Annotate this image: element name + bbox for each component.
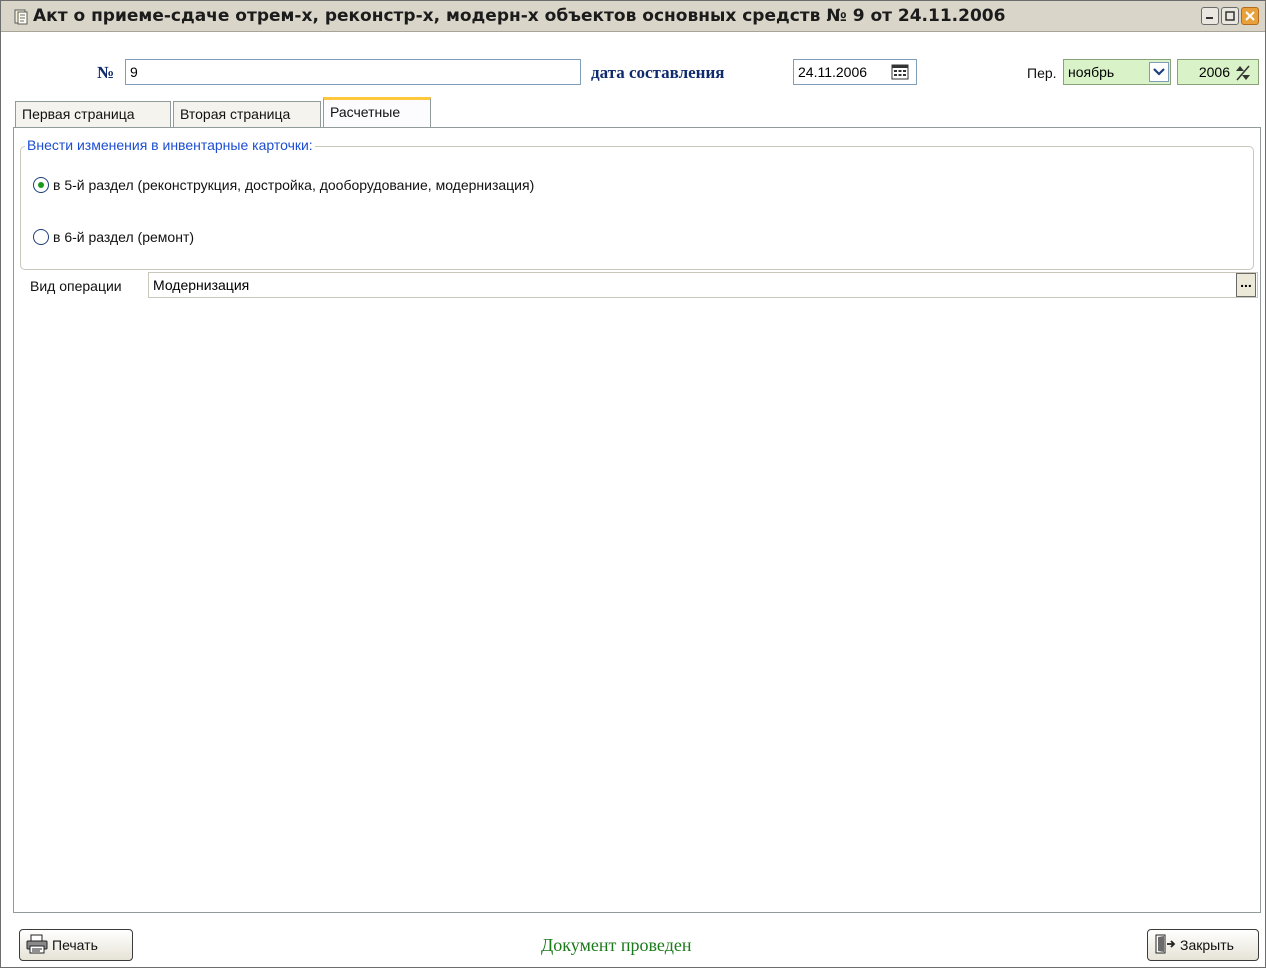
group-title: Внести изменения в инвентарные карточки: xyxy=(25,137,315,153)
close-button[interactable]: Закрыть xyxy=(1147,929,1259,961)
radio-section-5-label[interactable]: в 5-й раздел (реконструкция, достройка, … xyxy=(53,177,534,193)
tab-calculations[interactable]: Расчетные xyxy=(323,97,431,128)
number-label: № xyxy=(97,63,115,82)
print-button-label: Печать xyxy=(52,937,98,953)
printer-icon xyxy=(26,934,52,957)
title-bar[interactable]: Акт о приеме-сдаче отрем-х, реконстр-х, … xyxy=(1,1,1265,32)
inventory-cards-group: Внести изменения в инвентарные карточки:… xyxy=(20,137,1254,270)
tab-panel-calculations: Внести изменения в инвентарные карточки:… xyxy=(13,127,1261,913)
period-year-value: 2006 xyxy=(1198,64,1230,80)
operation-select-button[interactable]: ... xyxy=(1236,273,1256,297)
radio-button-checked[interactable] xyxy=(33,177,49,193)
print-button[interactable]: Печать xyxy=(19,929,133,961)
close-button-label: Закрыть xyxy=(1180,937,1234,953)
operation-field[interactable]: Модернизация xyxy=(148,272,1258,298)
tab-second-page[interactable]: Вторая страница xyxy=(173,101,321,127)
document-icon xyxy=(13,9,29,25)
chevron-down-icon[interactable] xyxy=(1149,62,1169,82)
document-window: Акт о приеме-сдаче отрем-х, реконстр-х, … xyxy=(0,0,1266,968)
period-label: Пер. xyxy=(1027,65,1057,81)
close-icon[interactable] xyxy=(1241,7,1259,25)
date-label: дата составления xyxy=(591,63,725,82)
minimize-icon[interactable] xyxy=(1201,7,1219,25)
number-field[interactable]: 9 xyxy=(125,59,581,85)
radio-section-5[interactable]: в 5-й раздел (реконструкция, достройка, … xyxy=(33,177,534,193)
spin-icon[interactable] xyxy=(1233,63,1253,83)
operation-label: Вид операции xyxy=(30,278,122,294)
calendar-icon[interactable] xyxy=(891,64,909,80)
exit-door-icon xyxy=(1154,934,1180,957)
maximize-icon[interactable] xyxy=(1221,7,1239,25)
radio-section-6[interactable]: в 6-й раздел (ремонт) xyxy=(33,229,194,245)
radio-section-6-label[interactable]: в 6-й раздел (ремонт) xyxy=(53,229,194,245)
tab-first-page[interactable]: Первая страница xyxy=(15,101,171,127)
date-value: 24.11.2006 xyxy=(798,64,868,80)
radio-button-unchecked[interactable] xyxy=(33,229,49,245)
window-title: Акт о приеме-сдаче отрем-х, реконстр-х, … xyxy=(33,6,1006,26)
status-text: Документ проведен xyxy=(541,935,692,955)
period-month-value: ноябрь xyxy=(1068,64,1115,80)
